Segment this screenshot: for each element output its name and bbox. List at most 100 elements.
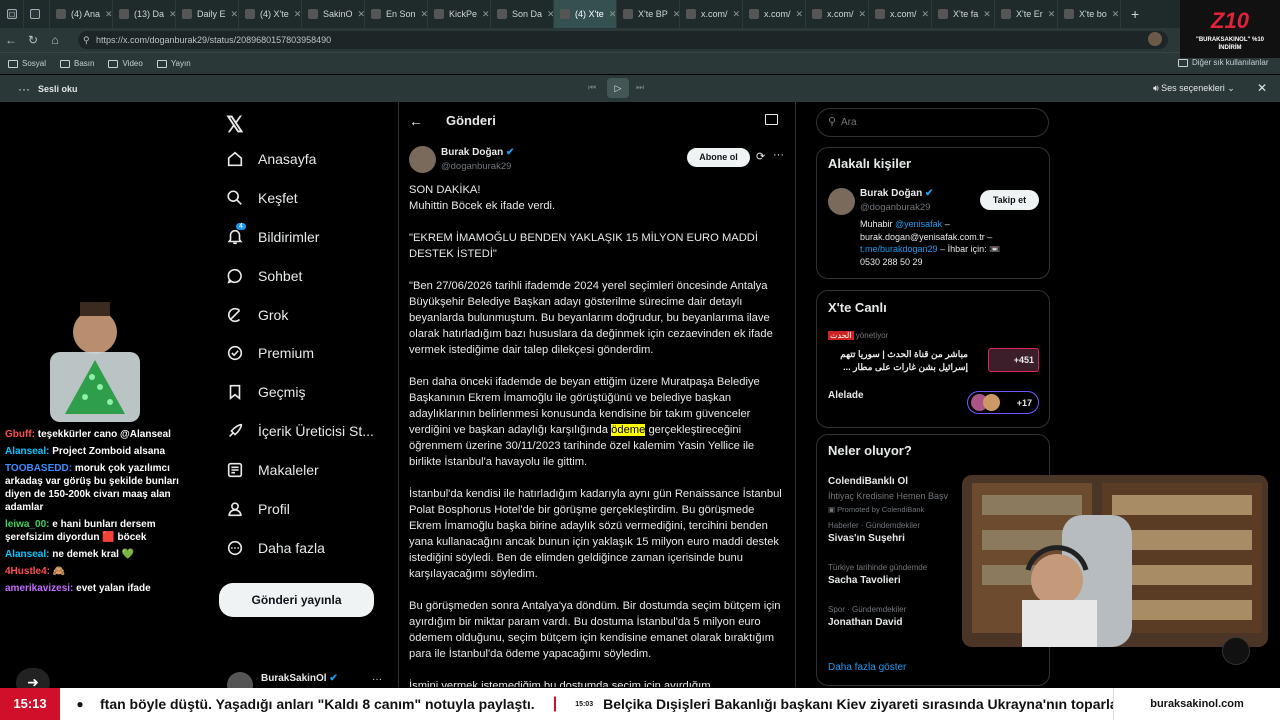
show-more-link[interactable]: Daha fazla göster [828, 662, 906, 673]
browser-tab[interactable]: SakinO ✕ [302, 0, 365, 28]
bio-phone: 0530 288 50 29 [860, 256, 923, 267]
grok-icon[interactable]: ⟳ [756, 150, 765, 163]
trend-item[interactable]: Türkiye tarihinde gündemde Sacha Tavolier… [828, 563, 927, 586]
browser-tab[interactable]: KickPe ✕ [428, 0, 491, 28]
close-tab-icon[interactable]: ✕ [673, 9, 679, 20]
nav-item-search[interactable]: Keşfet [226, 189, 298, 207]
close-tab-icon[interactable]: ✕ [482, 9, 490, 20]
bookmark-video[interactable]: Video [108, 59, 143, 68]
back-arrow-icon[interactable]: ← [409, 113, 423, 129]
other-bookmarks[interactable]: Diğer sık kullanılanlar [1178, 58, 1268, 67]
workspaces-icon[interactable] [24, 0, 50, 28]
home-browser-icon[interactable]: ⌂ [44, 33, 66, 47]
profile-avatar[interactable] [1148, 32, 1162, 46]
trend-item[interactable]: Spor · Gündemdekiler Jonathan David [828, 605, 906, 628]
bookmark-basin[interactable]: Basın [60, 59, 94, 68]
browser-tab[interactable]: x.com/ ✕ [869, 0, 932, 28]
ticker-site: buraksakinol.com [1113, 688, 1280, 720]
promo-label-text: Promoted by ColendiBank [837, 505, 925, 514]
close-tab-icon[interactable]: ✕ [609, 9, 616, 20]
search-input[interactable]: ⚲ Ara [816, 108, 1049, 137]
next-icon[interactable]: ⏭ [636, 82, 644, 93]
nav-item-chat[interactable]: Sohbet [226, 267, 302, 285]
browser-tab[interactable]: X'te bo ✕ [1058, 0, 1121, 28]
live-title[interactable]: مباشر من قناة الحدث | سوريا تتهم إسرائيل… [828, 348, 968, 374]
nav-item-premium[interactable]: Premium [226, 344, 314, 362]
browser-tab[interactable]: x.com/ ✕ [806, 0, 869, 28]
account-name[interactable]: BurakSakinOl ✔ [261, 673, 338, 684]
nav-label: Premium [258, 345, 315, 361]
close-tab-icon[interactable]: ✕ [796, 9, 804, 20]
nav-item-profile[interactable]: Profil [226, 500, 290, 518]
site-info-icon[interactable]: ⚲ [83, 31, 90, 49]
author-handle[interactable]: @doganburak29 [441, 161, 511, 172]
browser-tab[interactable]: (4) X'te ✕ [239, 0, 302, 28]
browser-tab[interactable]: Son Da ✕ [491, 0, 554, 28]
related-name[interactable]: Burak Doğan ✔ [860, 188, 933, 199]
bio-link[interactable]: t.me/burakdogan29 [860, 244, 938, 254]
close-tab-icon[interactable]: ✕ [733, 9, 741, 20]
tab-actions-icon[interactable]: □ [0, 0, 24, 28]
browser-tab[interactable]: (13) Da ✕ [113, 0, 176, 28]
trend-item[interactable]: Haberler · Gündemdekiler Sivas'ın Suşehri [828, 521, 920, 544]
nav-item-grok[interactable]: Grok [226, 306, 288, 324]
nav-item-bell[interactable]: 4 Bildirimler [226, 223, 319, 246]
nav-item-article[interactable]: Makaleler [226, 461, 319, 479]
previous-icon[interactable]: ⏮ [588, 82, 596, 93]
subscribe-button[interactable]: Abone ol [687, 148, 750, 167]
browser-tab[interactable]: x.com/ ✕ [680, 0, 743, 28]
browser-tab[interactable]: X'te fa ✕ [932, 0, 995, 28]
close-tab-icon[interactable]: ✕ [1112, 9, 1120, 20]
post-more-icon[interactable]: ··· [773, 149, 784, 161]
promo-name[interactable]: ColendiBanklı Ol [828, 476, 908, 487]
chat-message: 4Hustle4: 🙈 [5, 565, 195, 578]
voice-options[interactable]: 🔊︎ Ses seçenekleri ⌄ [1153, 83, 1235, 94]
live2-listeners[interactable]: +17 [967, 391, 1039, 414]
nav-item-bookmark[interactable]: Geçmiş [226, 383, 305, 401]
reader-view-icon[interactable] [765, 114, 778, 125]
close-tab-icon[interactable]: ✕ [358, 9, 364, 20]
close-tab-icon[interactable]: ✕ [1048, 9, 1056, 20]
x-logo-icon[interactable]: 𝕏 [226, 112, 244, 138]
url-field[interactable]: ⚲ https://x.com/doganburak29/status/2089… [78, 31, 1168, 49]
close-tab-icon[interactable]: ✕ [421, 9, 427, 20]
close-tab-icon[interactable]: ✕ [294, 9, 301, 20]
close-icon[interactable]: ✕ [1257, 81, 1267, 95]
close-tab-icon[interactable]: ✕ [922, 9, 930, 20]
browser-tab[interactable]: x.com/ ✕ [743, 0, 806, 28]
author-name[interactable]: Burak Doğan ✔ [441, 147, 514, 158]
nav-item-home[interactable]: Anasayfa [226, 150, 316, 168]
browser-tab[interactable]: X'te BP ✕ [617, 0, 680, 28]
browser-tab[interactable]: En Son ✕ [365, 0, 428, 28]
browser-tab[interactable]: (4) X'te ✕ [554, 0, 617, 28]
account-menu-icon[interactable]: ··· [372, 674, 382, 685]
close-tab-icon[interactable]: ✕ [231, 9, 238, 20]
nav-item-more[interactable]: Daha fazla [226, 539, 325, 557]
browser-tab[interactable]: X'te Er ✕ [995, 0, 1058, 28]
live2-title[interactable]: Alelade [828, 390, 864, 401]
chat-username: 4Hustle4: [5, 566, 51, 577]
new-tab-button[interactable]: + [1121, 6, 1139, 22]
close-tab-icon[interactable]: ✕ [105, 9, 112, 20]
close-tab-icon[interactable]: ✕ [859, 9, 867, 20]
reload-icon[interactable]: ↻ [22, 33, 44, 47]
messages-icon[interactable] [1222, 637, 1250, 665]
post-button[interactable]: Gönderi yayınla [219, 583, 374, 617]
play-button[interactable]: ▷ [607, 78, 629, 98]
back-icon[interactable]: ← [0, 33, 22, 47]
close-tab-icon[interactable]: ✕ [983, 9, 991, 20]
bookmark-yayin[interactable]: Yayın [156, 59, 191, 68]
bio-mention[interactable]: @yenisafak [895, 219, 942, 229]
post-paragraph: "EKREM İMAMOĞLU BENDEN YAKLAŞIK 15 MİLYO… [409, 232, 758, 260]
author-avatar[interactable] [409, 146, 436, 173]
close-tab-icon[interactable]: ✕ [169, 9, 175, 20]
browser-tab[interactable]: (4) Ana ✕ [50, 0, 113, 28]
browser-tab[interactable]: Daily E ✕ [176, 0, 239, 28]
close-tab-icon[interactable]: ✕ [547, 9, 553, 20]
related-avatar[interactable] [828, 188, 855, 215]
live-listener-count[interactable]: +451 [988, 348, 1039, 372]
bookmark-sosyal[interactable]: Sosyal [8, 59, 46, 68]
nav-item-rocket[interactable]: İçerik Üreticisi St... [226, 422, 374, 440]
more-options-icon[interactable]: ··· [18, 82, 30, 96]
follow-button[interactable]: Takip et [980, 190, 1039, 210]
